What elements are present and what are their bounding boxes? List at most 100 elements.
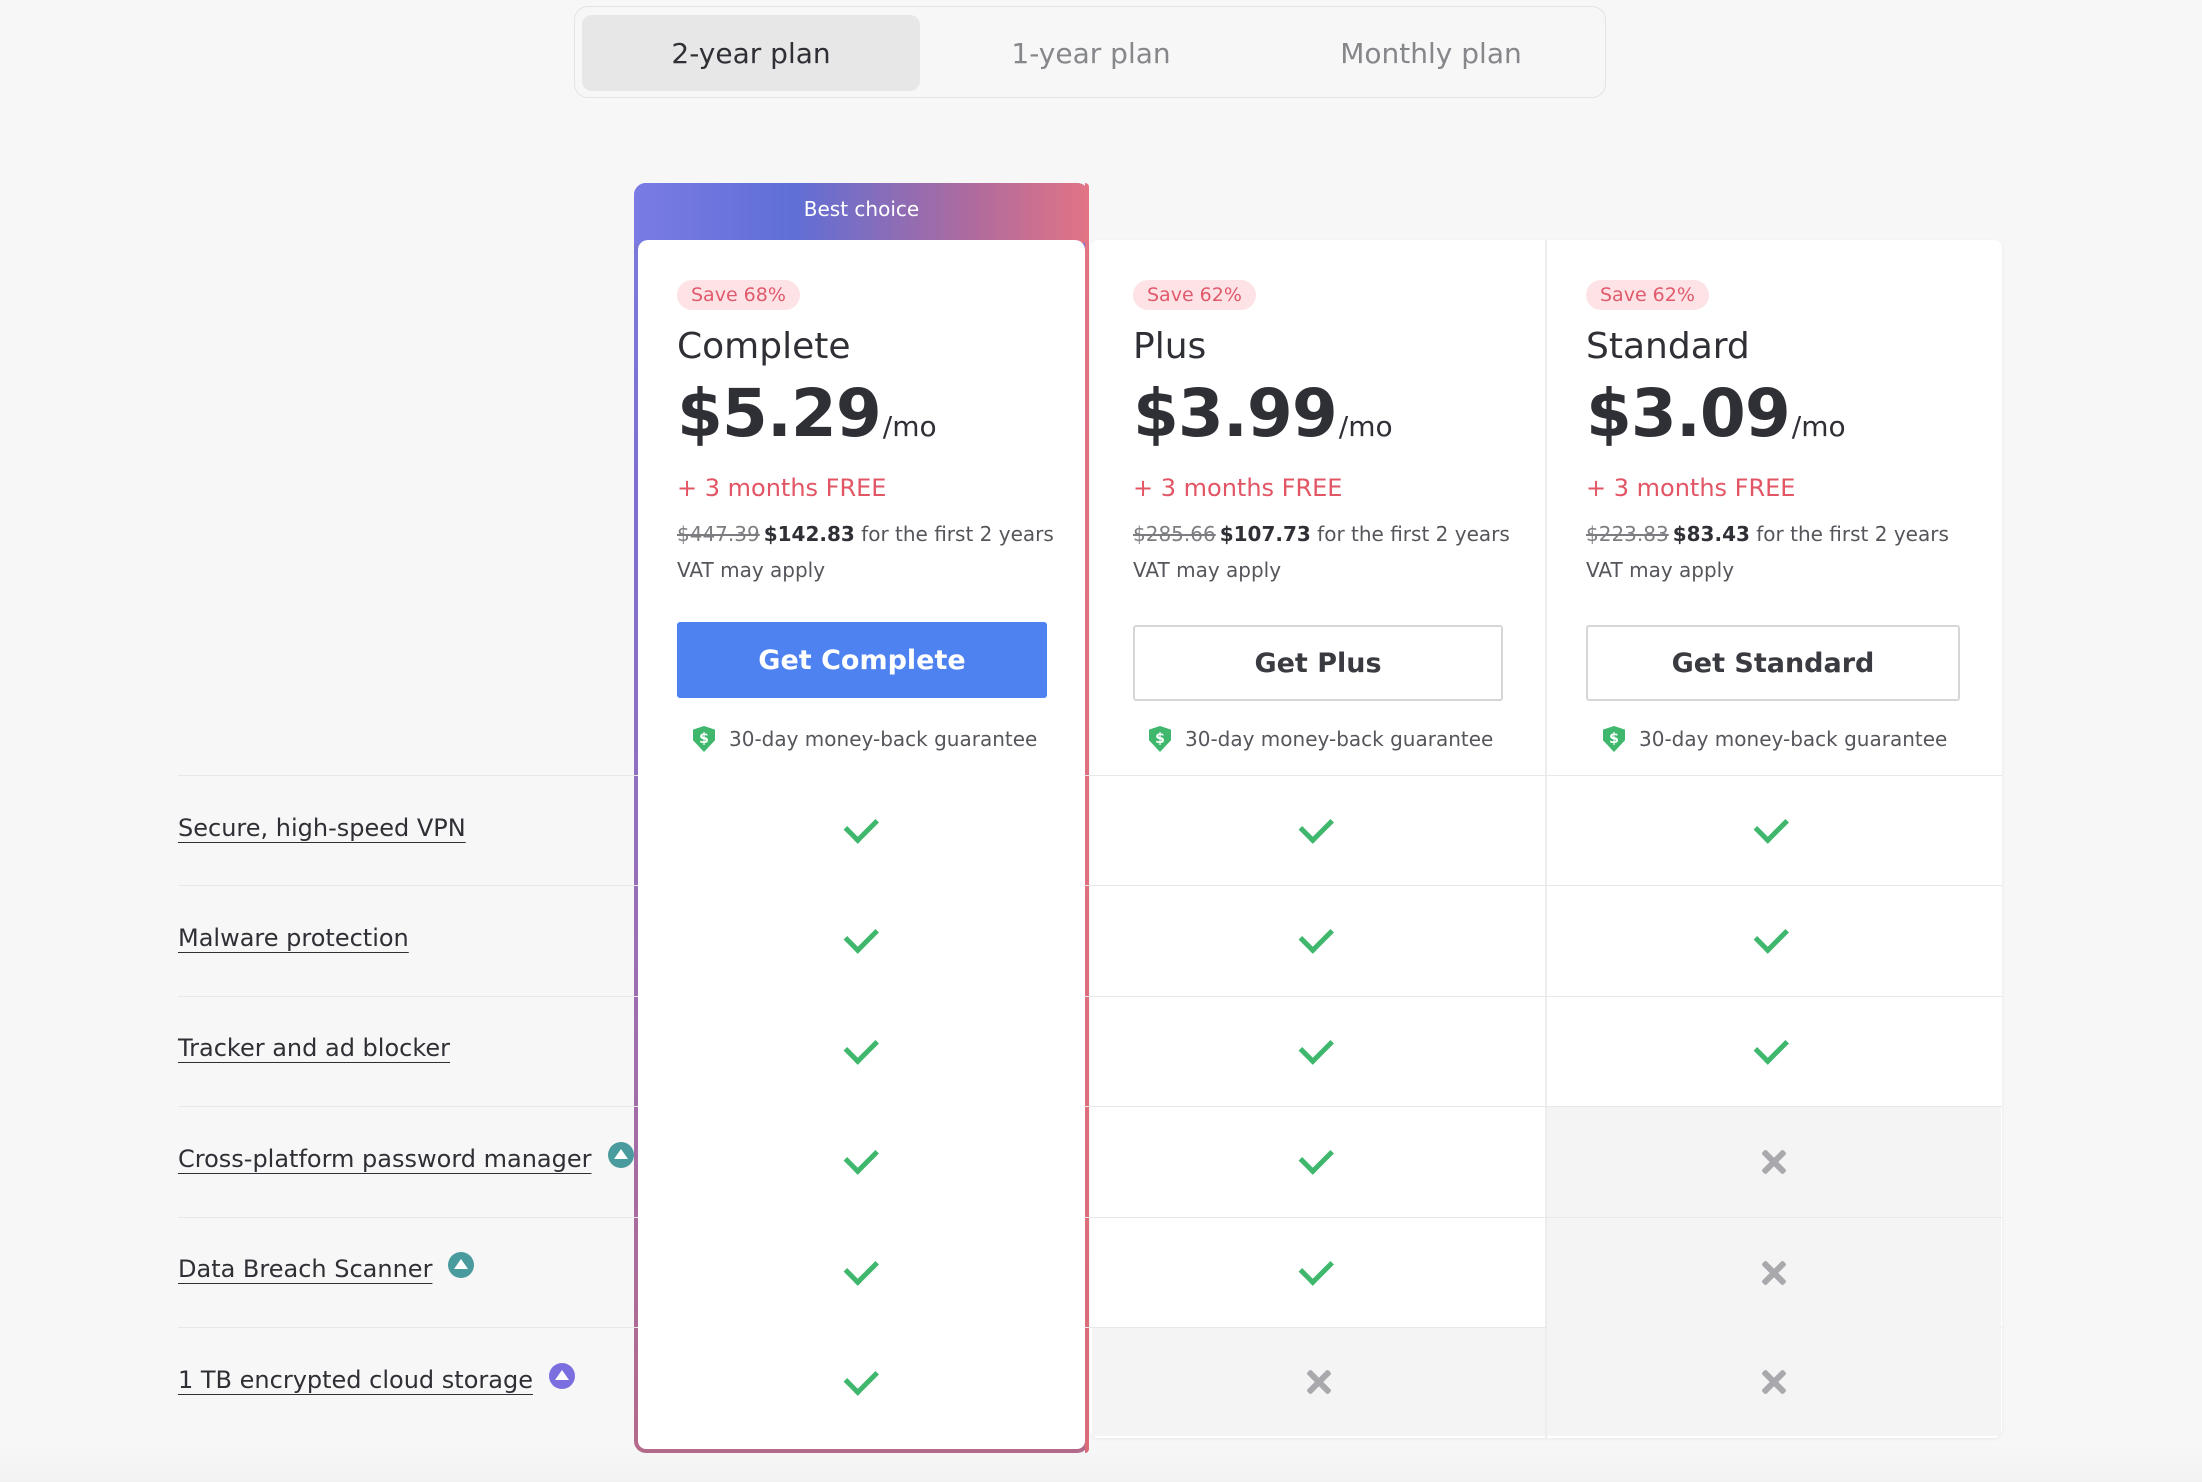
standard-breach-cell (1547, 1218, 2001, 1328)
price-row: $3.09 /mo (1586, 375, 1986, 452)
cross-icon (1761, 1149, 1787, 1175)
guarantee-text: 30-day money-back guarantee (1185, 727, 1494, 751)
standard-malware-cell (1547, 886, 1997, 996)
breach-scanner-icon (448, 1252, 475, 1278)
guarantee: $ 30-day money-back guarantee (1149, 726, 1493, 752)
feature-label: Malware protection (178, 924, 409, 952)
complete-storage-cell (637, 1328, 1087, 1438)
old-price: $447.39 (677, 522, 760, 546)
price-period: /mo (882, 410, 937, 443)
bonus-text: + 3 months FREE (1586, 474, 1796, 502)
tab-2-year-plan[interactable]: 2-year plan (582, 15, 920, 91)
check-icon (843, 1360, 879, 1396)
vat-note: VAT may apply (1133, 558, 1282, 582)
tab-monthly-plan[interactable]: Monthly plan (1262, 15, 1600, 91)
old-price: $285.66 (1133, 522, 1216, 546)
plan-name: Plus (1133, 326, 1207, 367)
save-badge: Save 68% (677, 280, 800, 310)
complete-tracker-cell (637, 997, 1087, 1107)
plan-complete: Save 68% Complete $5.29 /mo + 3 months F… (677, 280, 1077, 582)
complete-malware-cell (637, 886, 1087, 996)
standard-tracker-cell (1547, 997, 1997, 1107)
new-price: $83.43 (1672, 522, 1750, 546)
save-badge: Save 62% (1133, 280, 1256, 310)
feature-label: Cross-platform password manager (178, 1145, 592, 1173)
get-standard-button[interactable]: Get Standard (1586, 625, 1960, 701)
shield-dollar-icon: $ (1603, 726, 1625, 752)
price-row: $5.29 /mo (677, 375, 1077, 452)
plus-breach-cell (1092, 1218, 1542, 1328)
feature-label: Tracker and ad blocker (178, 1034, 451, 1062)
feature-label: Data Breach Scanner (178, 1255, 433, 1283)
check-icon (843, 1029, 879, 1065)
standard-storage-cell (1547, 1328, 2001, 1436)
feature-tracker-blocker[interactable]: Tracker and ad blocker (178, 1034, 450, 1062)
password-manager-icon (607, 1142, 634, 1168)
feature-vpn[interactable]: Secure, high-speed VPN (178, 814, 466, 842)
best-choice-label: Best choice (803, 197, 920, 221)
check-icon (843, 1139, 879, 1175)
feature-malware-protection[interactable]: Malware protection (178, 924, 409, 952)
billing-period: for the first 2 years (1756, 522, 1949, 546)
check-icon (1298, 1139, 1334, 1175)
check-icon (1298, 1250, 1334, 1286)
check-icon (1753, 1029, 1789, 1065)
billing-text: $223.83 $83.43 for the first 2 years (1586, 522, 1986, 546)
plus-storage-cell (1092, 1328, 1545, 1436)
cross-icon (1761, 1369, 1787, 1395)
plus-vpn-cell (1092, 776, 1542, 886)
plan-standard: Save 62% Standard $3.09 /mo + 3 months F… (1586, 280, 1986, 582)
price: $5.29 (677, 375, 882, 452)
cloud-storage-icon (548, 1363, 575, 1389)
standard-vpn-cell (1547, 776, 1997, 886)
vat-note: VAT may apply (677, 558, 826, 582)
complete-password-cell (637, 1107, 1087, 1217)
bottom-shade (0, 1442, 2202, 1482)
check-icon (843, 918, 879, 954)
billing-period: for the first 2 years (1317, 522, 1510, 546)
cross-icon (1761, 1260, 1787, 1286)
plus-malware-cell (1092, 886, 1542, 996)
complete-breach-cell (637, 1218, 1087, 1328)
feature-data-breach-scanner[interactable]: Data Breach Scanner (178, 1252, 475, 1283)
price: $3.99 (1133, 375, 1338, 452)
bonus-text: + 3 months FREE (1133, 474, 1343, 502)
plan-duration-tabs: 2-year plan 1-year plan Monthly plan (574, 6, 1606, 98)
plan-plus: Save 62% Plus $3.99 /mo + 3 months FREE … (1133, 280, 1533, 582)
feature-cloud-storage[interactable]: 1 TB encrypted cloud storage (178, 1363, 575, 1394)
guarantee: $ 30-day money-back guarantee (1603, 726, 1947, 752)
vat-note: VAT may apply (1586, 558, 1735, 582)
new-price: $142.83 (763, 522, 855, 546)
check-icon (1753, 808, 1789, 844)
complete-vpn-cell (637, 776, 1087, 886)
bonus-text: + 3 months FREE (677, 474, 887, 502)
price: $3.09 (1586, 375, 1791, 452)
save-badge: Save 62% (1586, 280, 1709, 310)
plus-tracker-cell (1092, 997, 1542, 1107)
get-complete-button[interactable]: Get Complete (677, 622, 1047, 698)
guarantee-text: 30-day money-back guarantee (1639, 727, 1948, 751)
check-icon (1298, 808, 1334, 844)
price-row: $3.99 /mo (1133, 375, 1533, 452)
feature-label: 1 TB encrypted cloud storage (178, 1366, 533, 1394)
cross-icon (1306, 1369, 1332, 1395)
standard-password-cell (1547, 1107, 2001, 1217)
plan-name: Complete (677, 326, 851, 367)
check-icon (1298, 1029, 1334, 1065)
check-icon (1298, 918, 1334, 954)
check-icon (843, 808, 879, 844)
shield-dollar-icon: $ (693, 726, 715, 752)
billing-period: for the first 2 years (861, 522, 1054, 546)
price-period: /mo (1791, 410, 1846, 443)
plan-name: Standard (1586, 326, 1750, 367)
billing-text: $447.39 $142.83 for the first 2 years (677, 522, 1077, 546)
tab-1-year-plan[interactable]: 1-year plan (922, 15, 1260, 91)
price-period: /mo (1338, 410, 1393, 443)
shield-dollar-icon: $ (1149, 726, 1171, 752)
new-price: $107.73 (1219, 522, 1311, 546)
feature-label: Secure, high-speed VPN (178, 814, 466, 842)
feature-password-manager[interactable]: Cross-platform password manager (178, 1142, 634, 1173)
check-icon (843, 1250, 879, 1286)
check-icon (1753, 918, 1789, 954)
get-plus-button[interactable]: Get Plus (1133, 625, 1503, 701)
